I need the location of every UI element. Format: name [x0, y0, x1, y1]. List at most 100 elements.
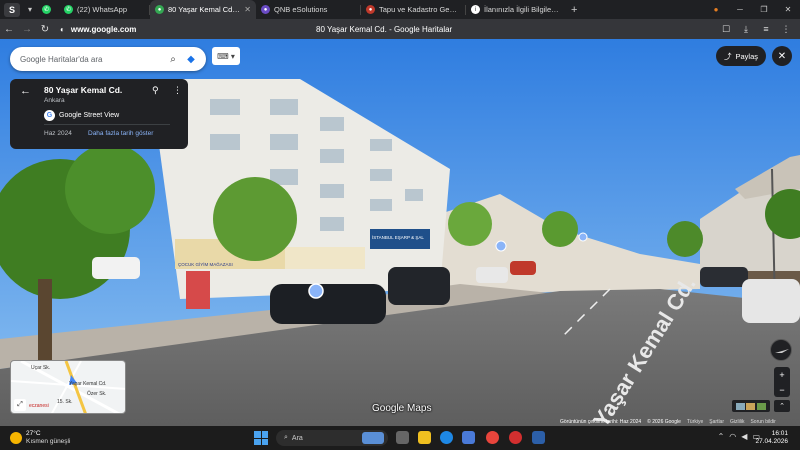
tapu-icon: ● [366, 5, 375, 14]
tab-qnb[interactable]: ● QNB eSolutions [256, 0, 360, 19]
edge-icon[interactable] [440, 431, 453, 444]
download-icon[interactable]: ⤓ [736, 24, 756, 35]
more-dates-link[interactable]: Daha fazla tarih göster [88, 130, 153, 137]
new-tab-button[interactable]: + [566, 0, 584, 19]
weather-widget[interactable]: 27°C Kısmen güneşli [10, 430, 70, 446]
chevron-up-icon: ⌃ [779, 403, 785, 410]
wifi-icon[interactable]: ◠ [729, 432, 736, 441]
url-text: www.google.com [70, 24, 137, 34]
chevron-up-icon[interactable]: ⌃ [718, 432, 725, 441]
navigation-arrow[interactable] [495, 240, 507, 252]
tree-left-2 [65, 144, 155, 234]
date: 27.04.2026 [755, 438, 788, 445]
thumbnail[interactable] [735, 402, 745, 410]
search-input[interactable]: Google Haritalar'da ara ⌕ ◆ [10, 47, 206, 71]
app-icon[interactable] [532, 431, 545, 444]
back-arrow-icon[interactable]: ← [20, 85, 31, 97]
navigation-arrow[interactable] [308, 283, 324, 299]
thumbnail[interactable] [757, 402, 767, 410]
expand-map-icon[interactable]: ⤢ [14, 399, 26, 411]
capture-date-attribution: Görüntünün çekilme tarihi: Haz 2024 [560, 419, 642, 425]
site-info-icon[interactable]: ◐ [60, 25, 65, 34]
terms-link[interactable]: Şartlar [709, 419, 724, 425]
directions-icon[interactable]: ◆ [182, 51, 200, 67]
tab-whatsapp-pinned[interactable]: ✆ [37, 0, 59, 19]
imagery-thumbnails[interactable] [732, 400, 770, 412]
restore-icon[interactable]: ❐ [752, 5, 776, 14]
tab-ilan[interactable]: i İlanınızla İlgili Bilgileri Girin [466, 0, 566, 19]
thumbnail[interactable] [746, 402, 756, 410]
tree-mid [213, 177, 297, 261]
compass[interactable] [770, 339, 792, 361]
expand-up-button[interactable]: ⌃ [774, 400, 790, 412]
taskbar-search[interactable]: ⌕ Ara [276, 430, 388, 446]
yandex-icon[interactable] [509, 431, 522, 444]
divider [44, 124, 170, 125]
google-maps-logo: Google Maps [372, 403, 432, 414]
profile-icon[interactable]: ● [704, 5, 728, 14]
windows-logo-icon [261, 431, 268, 438]
tab-whatsapp[interactable]: ✆ (22) WhatsApp [59, 0, 149, 19]
qnb-icon: ● [261, 5, 270, 14]
more-options-icon[interactable]: ⋮ [173, 85, 182, 96]
clock[interactable]: 16:01 27.04.2026 [755, 430, 788, 446]
tab-title: QNB eSolutions [274, 5, 328, 14]
search-placeholder: Google Haritalar'da ara [20, 54, 103, 64]
keyboard-shortcuts-button[interactable]: ⌨ ▾ [212, 47, 240, 65]
car-white-right [742, 279, 800, 323]
shop-poster [186, 271, 210, 309]
tab-title: 80 Yaşar Kemal Cd. - Go [168, 5, 240, 14]
keyboard-icon: ⌨ ▾ [217, 51, 235, 61]
car-red [510, 261, 536, 275]
toolbar-actions: ☐ ⤓ ≡ ⋮ [716, 19, 796, 39]
google-logo-icon: G [44, 110, 55, 121]
place-title: 80 Yaşar Kemal Cd. [44, 85, 123, 95]
taskbar-search-label: Ara [291, 434, 303, 442]
privacy-link[interactable]: Gizlilik [730, 419, 744, 425]
taskbar: 27°C Kısmen güneşli ⌕ Ara ⌃ ◠ ◀ ▭ 16:01 … [0, 426, 800, 450]
bookmark-icon[interactable]: ☐ [716, 24, 736, 35]
volume-icon[interactable]: ◀ [741, 432, 747, 441]
close-street-view-button[interactable]: ✕ [772, 46, 792, 66]
chrome-icon[interactable] [486, 431, 499, 444]
forward-icon[interactable]: → [18, 24, 36, 35]
address-bar[interactable]: ◐ www.google.com 80 Yaşar Kemal Cd. - Go… [60, 21, 680, 37]
menu-icon[interactable]: ⋮ [776, 24, 796, 35]
start-button[interactable] [254, 431, 268, 445]
share-button[interactable]: ⤴ Paylaş [716, 46, 766, 66]
search-highlight-icon [362, 432, 384, 444]
country-link[interactable]: Türkiye [687, 419, 703, 425]
google-maps-icon: ● [155, 5, 164, 14]
tab-tapu[interactable]: ● Tapu ve Kadastro Genel M [361, 0, 465, 19]
compass-needle-icon [775, 349, 789, 353]
navigation-arrow[interactable] [578, 232, 588, 242]
file-explorer-icon[interactable] [418, 431, 431, 444]
close-window-icon[interactable]: ✕ [776, 5, 800, 14]
page-title: 80 Yaşar Kemal Cd. - Google Haritalar [316, 24, 453, 34]
whatsapp-icon: ✆ [64, 5, 73, 14]
workspaces-button[interactable]: S [4, 2, 20, 17]
tab-google-maps[interactable]: ● 80 Yaşar Kemal Cd. - Go ✕ [150, 0, 256, 19]
shop-sign-text-2: İSTANBUL EŞARP & ŞAL [372, 234, 424, 240]
report-link[interactable]: Sorun bildir [750, 419, 775, 425]
extensions-icon[interactable]: ≡ [756, 24, 776, 34]
store-icon[interactable] [462, 431, 475, 444]
search-icon[interactable]: ⌕ [164, 51, 182, 67]
weather-text: Kısmen güneşli [26, 438, 71, 445]
task-view-icon[interactable] [396, 431, 409, 444]
reload-icon[interactable]: ↻ [36, 24, 54, 35]
zoom-out-button[interactable]: − [779, 385, 784, 395]
minimap-label: 15. Sk. [57, 399, 73, 405]
back-icon[interactable]: ← [0, 24, 18, 35]
place-info-card: ← 80 Yaşar Kemal Cd. Ankara ⚲ ⋮ G Google… [10, 79, 188, 149]
awning-2 [285, 247, 365, 269]
close-tab-icon[interactable]: ✕ [244, 5, 251, 14]
zoom-in-button[interactable]: + [779, 370, 784, 380]
windows-logo-icon [254, 431, 261, 438]
tree-right [667, 221, 703, 257]
minimap[interactable]: Uçar Sk. Yaşar Kemal Cd. Özer Sk. 15. Sk… [10, 360, 126, 414]
pin-icon[interactable]: ⚲ [152, 85, 159, 96]
attribution-bar: Görüntünün çekilme tarihi: Haz 2024 © 20… [560, 418, 776, 426]
chevron-down-icon[interactable]: ▾ [23, 3, 37, 17]
minimize-icon[interactable]: ─ [728, 5, 752, 14]
